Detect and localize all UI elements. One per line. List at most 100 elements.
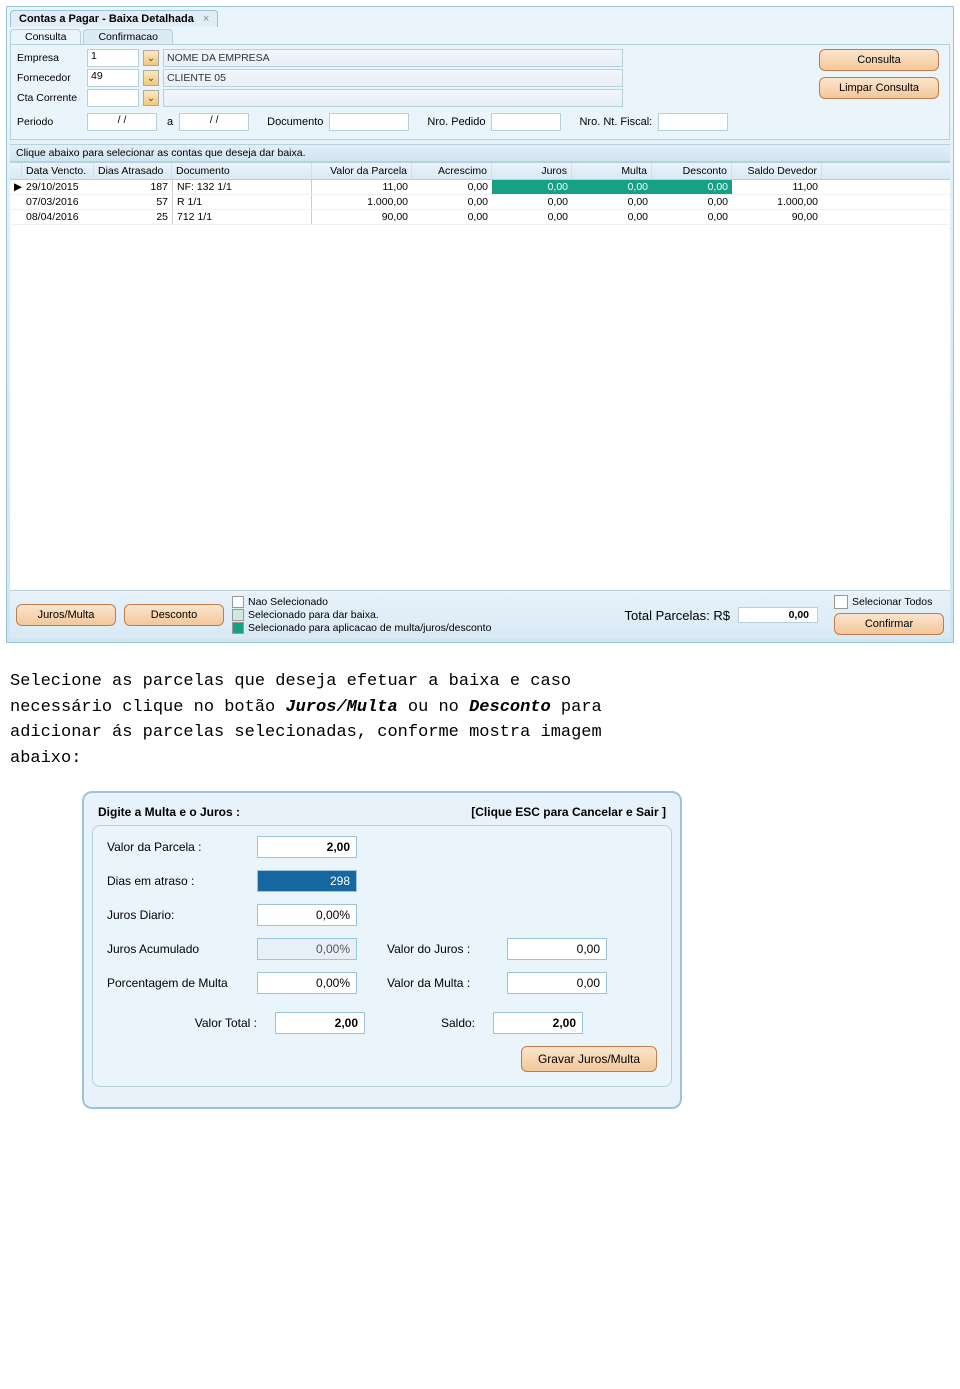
- cell: R 1/1: [172, 195, 312, 209]
- dias-atraso-field[interactable]: 298: [257, 870, 357, 892]
- porc-multa-field[interactable]: 0,00%: [257, 972, 357, 994]
- confirmar-button[interactable]: Confirmar: [834, 613, 944, 635]
- cell: 29/10/2015: [22, 180, 94, 194]
- valor-multa-label: Valor da Multa :: [387, 976, 497, 990]
- cell: 0,00: [492, 195, 572, 209]
- juros-multa-dialog: Digite a Multa e o Juros : [Clique ESC p…: [82, 791, 682, 1109]
- cell: 0,00: [412, 210, 492, 224]
- cell: 57: [94, 195, 172, 209]
- gravar-button[interactable]: Gravar Juros/Multa: [521, 1046, 657, 1072]
- table-row[interactable]: 08/04/201625712 1/190,000,000,000,000,00…: [10, 210, 950, 225]
- cta-lookup-icon[interactable]: ⌄: [143, 90, 159, 106]
- valor-multa-field[interactable]: 0,00: [507, 972, 607, 994]
- valor-parcela-label: Valor da Parcela :: [107, 840, 247, 854]
- desconto-button[interactable]: Desconto: [124, 604, 224, 626]
- periodo-a-label: a: [167, 116, 173, 128]
- parcelas-grid: Data Vencto. Dias Atrasado Documento Val…: [10, 162, 950, 590]
- dias-atraso-label: Dias em atraso :: [107, 874, 247, 888]
- table-row[interactable]: 07/03/201657R 1/11.000,000,000,000,000,0…: [10, 195, 950, 210]
- legend-aplic: Selecionado para aplicacao de multa/juro…: [248, 622, 491, 634]
- porc-multa-label: Porcentagem de Multa: [107, 976, 247, 990]
- fornecedor-label: Fornecedor: [17, 72, 87, 84]
- col-data[interactable]: Data Vencto.: [22, 163, 94, 179]
- cta-name: [163, 89, 623, 107]
- total-label: Total Parcelas: R$: [625, 608, 731, 623]
- juros-acum-field: 0,00%: [257, 938, 357, 960]
- cell: 1.000,00: [312, 195, 412, 209]
- window-tab[interactable]: Contas a Pagar - Baixa Detalhada ×: [10, 10, 218, 27]
- close-icon[interactable]: ×: [203, 13, 209, 25]
- tab-consulta[interactable]: Consulta: [10, 29, 81, 44]
- consulta-button[interactable]: Consulta: [819, 49, 939, 71]
- total-value: 0,00: [738, 607, 818, 623]
- juros-multa-button[interactable]: Juros/Multa: [16, 604, 116, 626]
- valor-juros-field[interactable]: 0,00: [507, 938, 607, 960]
- cell: 0,00: [572, 195, 652, 209]
- grid-body[interactable]: ▶29/10/2015187NF: 132 1/111,000,000,000,…: [10, 180, 950, 590]
- cell: 90,00: [732, 210, 822, 224]
- instruction-text: Selecione as parcelas que deseja efetuar…: [10, 669, 950, 771]
- cta-code-input[interactable]: [87, 89, 139, 107]
- cell: NF: 132 1/1: [172, 180, 312, 194]
- documento-input[interactable]: [329, 113, 409, 131]
- saldo-label: Saldo:: [405, 1016, 475, 1030]
- cell: 11,00: [732, 180, 822, 194]
- hint-bar: Clique abaixo para selecionar as contas …: [10, 144, 950, 162]
- valor-parcela-field[interactable]: 2,00: [257, 836, 357, 858]
- valor-juros-label: Valor do Juros :: [387, 942, 497, 956]
- col-multa[interactable]: Multa: [572, 163, 652, 179]
- col-juros[interactable]: Juros: [492, 163, 572, 179]
- nro-nt-input[interactable]: [658, 113, 728, 131]
- periodo-to-input[interactable]: / /: [179, 113, 249, 131]
- cell: 0,00: [492, 180, 572, 194]
- cell: 0,00: [412, 180, 492, 194]
- col-desconto[interactable]: Desconto: [652, 163, 732, 179]
- grid-header: Data Vencto. Dias Atrasado Documento Val…: [10, 163, 950, 180]
- dialog-title: Digite a Multa e o Juros :: [98, 805, 240, 819]
- cell: 0,00: [572, 180, 652, 194]
- juros-diario-field[interactable]: 0,00%: [257, 904, 357, 926]
- selecionar-todos-label: Selecionar Todos: [852, 596, 932, 608]
- cell: 07/03/2016: [22, 195, 94, 209]
- selecionar-todos-checkbox[interactable]: [834, 595, 848, 609]
- cell: ▶: [10, 180, 22, 194]
- fornecedor-code-input[interactable]: 49: [87, 69, 139, 87]
- window-title: Contas a Pagar - Baixa Detalhada: [19, 13, 194, 25]
- col-valor[interactable]: Valor da Parcela: [312, 163, 412, 179]
- nro-pedido-input[interactable]: [491, 113, 561, 131]
- empresa-code-input[interactable]: 1: [87, 49, 139, 67]
- fornecedor-lookup-icon[interactable]: ⌄: [143, 70, 159, 86]
- juros-diario-label: Juros Diario:: [107, 908, 247, 922]
- periodo-from-input[interactable]: / /: [87, 113, 157, 131]
- legend-dar: Selecionado para dar baixa.: [248, 609, 379, 621]
- tab-confirmacao[interactable]: Confirmacao: [83, 29, 173, 44]
- limpar-button[interactable]: Limpar Consulta: [819, 77, 939, 99]
- documento-label: Documento: [267, 116, 323, 128]
- table-row[interactable]: ▶29/10/2015187NF: 132 1/111,000,000,000,…: [10, 180, 950, 195]
- periodo-label: Periodo: [17, 116, 87, 128]
- cell: 0,00: [652, 210, 732, 224]
- fornecedor-name: CLIENTE 05: [163, 69, 623, 87]
- empresa-label: Empresa: [17, 52, 87, 64]
- swatch-light: [232, 609, 244, 621]
- col-dias[interactable]: Dias Atrasado: [94, 163, 172, 179]
- saldo-field: 2,00: [493, 1012, 583, 1034]
- cell: [10, 210, 22, 224]
- col-acrescimo[interactable]: Acrescimo: [412, 163, 492, 179]
- legend: Nao Selecionado Selecionado para dar bai…: [232, 596, 491, 634]
- valor-total-label: Valor Total :: [107, 1016, 257, 1030]
- cta-label: Cta Corrente: [17, 92, 87, 104]
- cell: 90,00: [312, 210, 412, 224]
- valor-total-field: 2,00: [275, 1012, 365, 1034]
- swatch-teal: [232, 622, 244, 634]
- col-documento[interactable]: Documento: [172, 163, 312, 179]
- cell: 0,00: [572, 210, 652, 224]
- dialog-esc-hint: [Clique ESC para Cancelar e Sair ]: [471, 805, 666, 819]
- legend-nao: Nao Selecionado: [248, 596, 328, 608]
- empresa-lookup-icon[interactable]: ⌄: [143, 50, 159, 66]
- main-window: Contas a Pagar - Baixa Detalhada × Consu…: [6, 6, 954, 643]
- col-saldo[interactable]: Saldo Devedor: [732, 163, 822, 179]
- cell: 25: [94, 210, 172, 224]
- cell: 11,00: [312, 180, 412, 194]
- filter-form: Empresa 1 ⌄ NOME DA EMPRESA Fornecedor 4…: [10, 44, 950, 140]
